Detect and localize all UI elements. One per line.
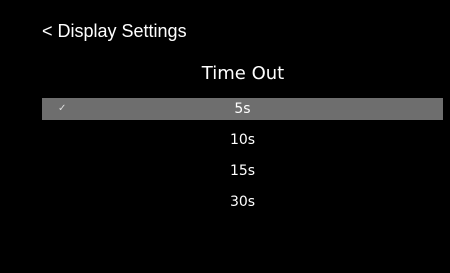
- back-to-display-settings[interactable]: < Display Settings: [42, 19, 187, 43]
- timeout-option-5s[interactable]: ✓ 5s: [42, 98, 443, 120]
- option-label: 15s: [229, 163, 256, 179]
- timeout-option-15s[interactable]: 15s: [42, 159, 443, 183]
- timeout-option-10s[interactable]: 10s: [42, 128, 443, 152]
- option-label: 30s: [229, 194, 256, 210]
- timeout-option-list: ✓ 5s 10s 15s 30s: [42, 98, 443, 221]
- option-label: 5s: [234, 101, 251, 117]
- option-label: 10s: [229, 132, 256, 148]
- page-title: Time Out: [201, 63, 285, 84]
- timeout-option-30s[interactable]: 30s: [42, 190, 443, 214]
